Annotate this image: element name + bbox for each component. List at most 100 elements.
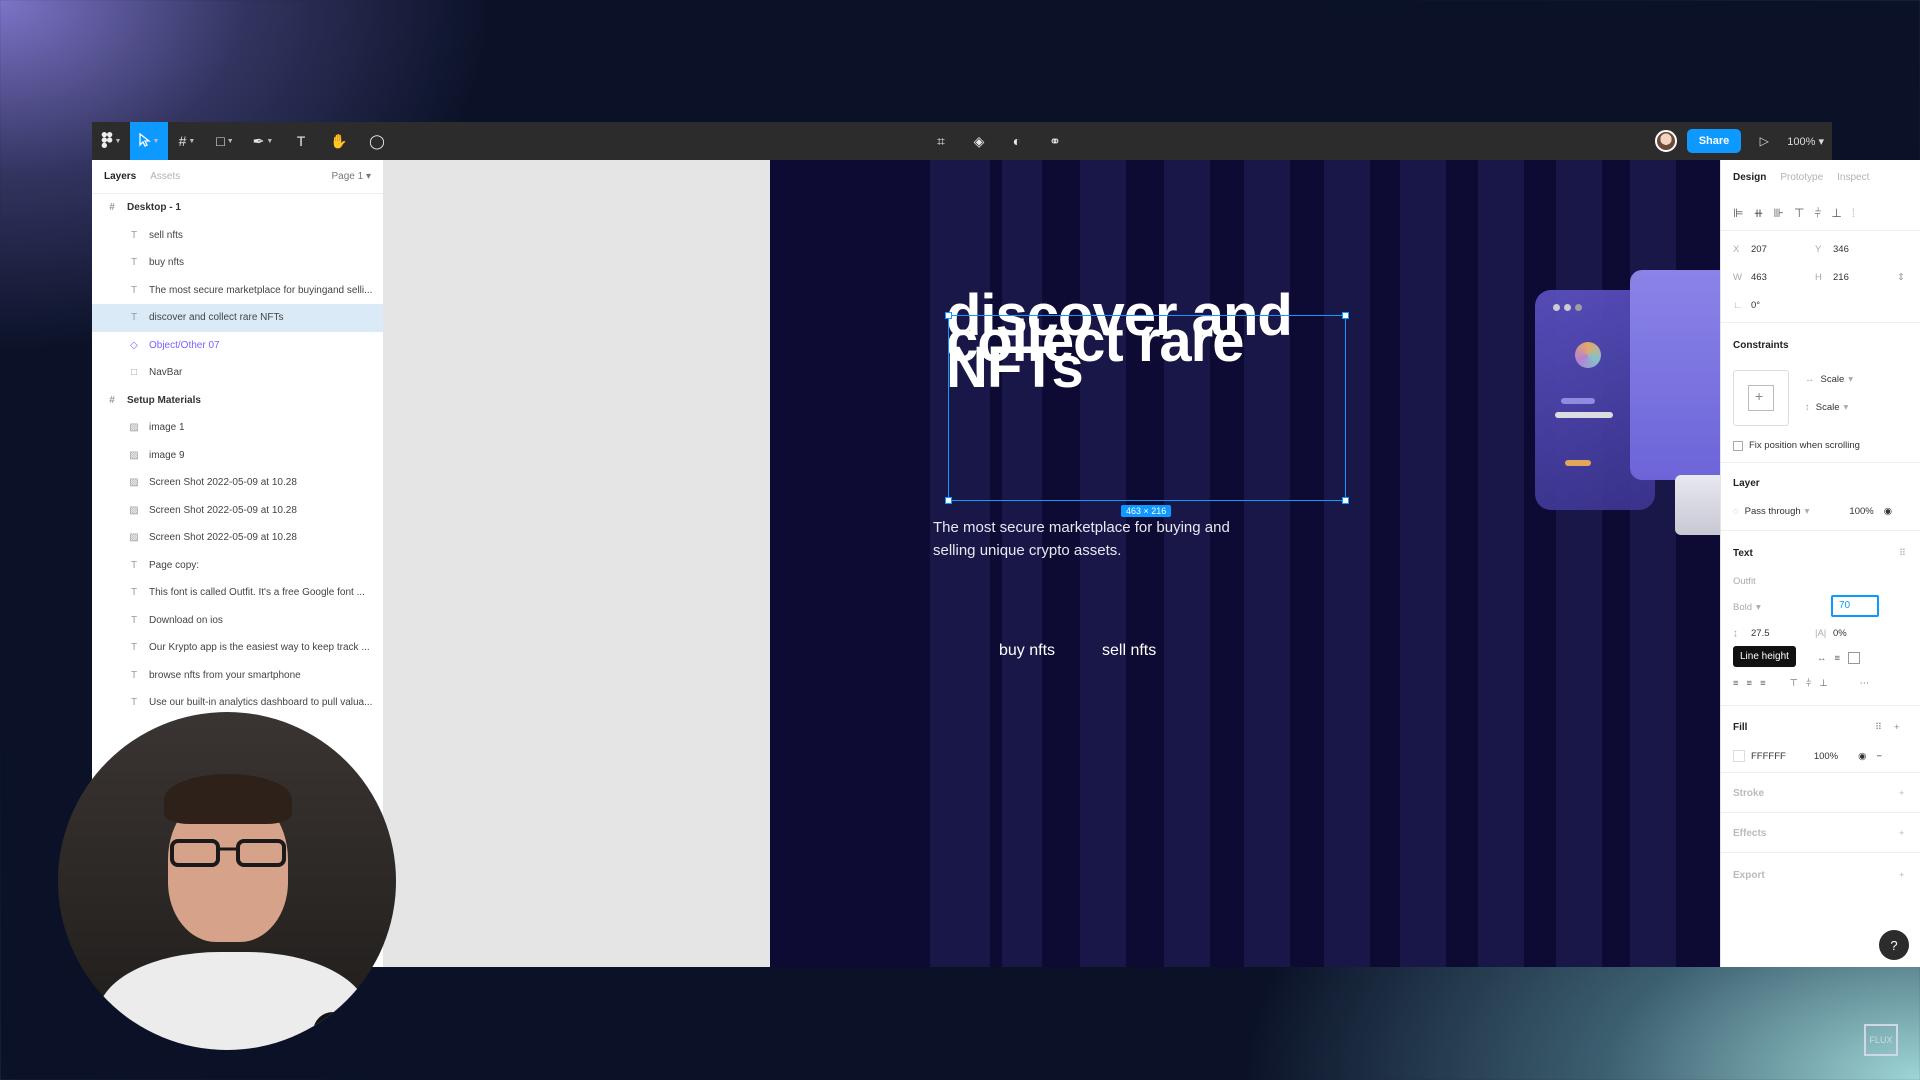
layer-row[interactable]: ▨ Screen Shot 2022-05-09 at 10.28 bbox=[92, 469, 383, 497]
canvas[interactable]: discover and collect rare NFTs 463 × 216… bbox=[384, 160, 1720, 967]
y-field[interactable]: Y 346 bbox=[1815, 244, 1897, 255]
fill-opacity[interactable]: 100% bbox=[1814, 751, 1838, 762]
sell-nfts-button[interactable]: sell nfts bbox=[1102, 642, 1156, 660]
line-height-field[interactable]: ↨ 27.5 bbox=[1733, 628, 1815, 639]
effects-section-title[interactable]: Effects bbox=[1733, 828, 1766, 839]
layer-row[interactable]: ▨ image 9 bbox=[92, 442, 383, 470]
resize-handle[interactable] bbox=[945, 312, 952, 319]
buy-nfts-button[interactable]: buy nfts bbox=[999, 642, 1055, 660]
align-bottom-icon[interactable]: ⊥ bbox=[1831, 206, 1841, 221]
share-button[interactable]: Share bbox=[1686, 129, 1742, 153]
page-selector[interactable]: Page 1 ▾ bbox=[331, 171, 371, 182]
text-styles-icon[interactable]: ⠿ bbox=[1899, 548, 1906, 559]
layer-row[interactable]: T Download on ios bbox=[92, 607, 383, 635]
eye-icon[interactable]: ◉ bbox=[1858, 751, 1866, 762]
layer-row[interactable]: Tbuy nfts bbox=[92, 249, 383, 277]
constrain-proportions-icon[interactable]: ⇕ bbox=[1897, 272, 1905, 283]
align-text-right-icon[interactable]: ≡ bbox=[1760, 678, 1766, 689]
layer-row[interactable]: # Desktop - 1 bbox=[92, 194, 383, 222]
add-export-icon[interactable]: + bbox=[1899, 870, 1905, 881]
layer-row[interactable]: Tsell nfts bbox=[92, 222, 383, 250]
add-fill-icon[interactable]: + bbox=[1894, 722, 1900, 733]
pen-tool-button[interactable]: ✒ ▼ bbox=[244, 122, 282, 160]
layer-row[interactable]: ▨ Screen Shot 2022-05-09 at 10.28 bbox=[92, 524, 383, 552]
resize-handle[interactable] bbox=[1342, 312, 1349, 319]
constraint-vertical-select[interactable]: ↕ Scale ▾ bbox=[1805, 402, 1848, 413]
layer-row-selected[interactable]: Tdiscover and collect rare NFTs bbox=[92, 304, 383, 332]
tab-assets[interactable]: Assets bbox=[150, 171, 180, 182]
tab-prototype[interactable]: Prototype bbox=[1780, 172, 1823, 183]
align-middle-icon[interactable]: ⫩ bbox=[1814, 206, 1821, 221]
resize-handle[interactable] bbox=[1342, 497, 1349, 504]
layer-row[interactable]: Tbrowse nfts from your smartphone bbox=[92, 662, 383, 690]
align-text-bottom-icon[interactable]: ⊥ bbox=[1819, 678, 1827, 689]
tab-inspect[interactable]: Inspect bbox=[1837, 172, 1869, 183]
comment-tool-button[interactable]: ◯ bbox=[358, 122, 396, 160]
add-stroke-icon[interactable]: + bbox=[1899, 788, 1905, 799]
layer-row[interactable]: ◇ Object/Other 07 bbox=[92, 332, 383, 360]
distribute-icon[interactable]: ⁞ bbox=[1852, 206, 1855, 221]
text-tool-button[interactable]: T bbox=[282, 122, 320, 160]
layer-row[interactable]: T This font is called Outfit. It's a free… bbox=[92, 579, 383, 607]
component-button[interactable]: ◈ bbox=[960, 122, 998, 160]
mask-button[interactable]: ◐ bbox=[998, 122, 1036, 160]
fill-hex-value[interactable]: FFFFFF bbox=[1751, 751, 1786, 762]
export-section-title[interactable]: Export bbox=[1733, 870, 1765, 881]
user-avatar[interactable] bbox=[1654, 130, 1677, 152]
letter-spacing-field[interactable]: |A| 0% bbox=[1815, 628, 1897, 639]
layer-row[interactable]: ▨ Screen Shot 2022-05-09 at 10.28 bbox=[92, 497, 383, 525]
constraints-widget[interactable]: + bbox=[1733, 370, 1789, 426]
eye-icon[interactable]: ◉ bbox=[1884, 506, 1892, 517]
w-field[interactable]: W 463 bbox=[1733, 272, 1815, 283]
crop-button[interactable]: ⌗ bbox=[922, 122, 960, 160]
fix-position-row[interactable]: Fix position when scrolling bbox=[1733, 440, 1860, 451]
font-size-input[interactable]: 70 bbox=[1831, 595, 1879, 617]
frame-tool-button[interactable]: # ▼ bbox=[168, 122, 206, 160]
layer-row[interactable]: T Our Krypto app is the easiest way to ke… bbox=[92, 634, 383, 662]
align-top-icon[interactable]: ⊤ bbox=[1794, 206, 1804, 221]
auto-height-icon[interactable]: ≡ bbox=[1835, 653, 1841, 664]
resize-handle[interactable] bbox=[945, 497, 952, 504]
main-menu-button[interactable]: ▼ bbox=[92, 122, 130, 160]
fill-swatch[interactable] bbox=[1733, 750, 1745, 762]
auto-width-icon[interactable]: ↔ bbox=[1817, 653, 1827, 664]
blend-mode-select[interactable]: Pass through bbox=[1745, 506, 1801, 517]
layer-row[interactable]: T The most secure marketplace for buyinga… bbox=[92, 277, 383, 305]
present-play-icon[interactable]: ▷ bbox=[1751, 134, 1777, 148]
move-tool-button[interactable]: ▼ bbox=[130, 122, 168, 160]
align-text-top-icon[interactable]: ⊤ bbox=[1790, 678, 1798, 689]
selection-box[interactable] bbox=[945, 312, 1349, 504]
layer-row[interactable]: ▨ image 1 bbox=[92, 414, 383, 442]
layer-row[interactable]: □ NavBar bbox=[92, 359, 383, 387]
device-illustration[interactable] bbox=[1535, 270, 1720, 535]
link-button[interactable]: ⚭ bbox=[1036, 122, 1074, 160]
fixed-size-icon[interactable] bbox=[1848, 652, 1861, 664]
fix-position-checkbox[interactable] bbox=[1733, 440, 1743, 451]
rotation-field[interactable]: ∟ 0° bbox=[1733, 300, 1815, 311]
h-field[interactable]: H 216 bbox=[1815, 272, 1897, 283]
add-effect-icon[interactable]: + bbox=[1899, 828, 1905, 839]
layer-row[interactable]: # Setup Materials bbox=[92, 387, 383, 415]
x-field[interactable]: X 207 bbox=[1733, 244, 1815, 255]
layer-opacity[interactable]: 100% bbox=[1849, 506, 1873, 517]
hand-tool-button[interactable]: ✋ bbox=[320, 122, 358, 160]
stroke-section-title[interactable]: Stroke bbox=[1733, 788, 1764, 799]
align-text-center-icon[interactable]: ≡ bbox=[1747, 678, 1753, 689]
tab-design[interactable]: Design bbox=[1733, 172, 1766, 183]
align-text-left-icon[interactable]: ≡ bbox=[1733, 678, 1739, 689]
align-text-middle-icon[interactable]: ⫩ bbox=[1806, 678, 1811, 689]
more-options-icon[interactable]: ⋯ bbox=[1860, 678, 1870, 689]
hero-subtitle[interactable]: The most secure marketplace for buying a… bbox=[933, 516, 1233, 562]
constraint-horizontal-select[interactable]: ↔ Scale ▾ bbox=[1805, 374, 1853, 385]
align-right-icon[interactable]: ⊪ bbox=[1774, 206, 1784, 221]
zoom-dropdown[interactable]: 100% ▾ bbox=[1787, 135, 1824, 148]
align-left-icon[interactable]: ⊫ bbox=[1733, 206, 1743, 221]
help-button[interactable]: ? bbox=[1879, 930, 1909, 960]
remove-fill-icon[interactable]: − bbox=[1876, 751, 1882, 762]
shape-tool-button[interactable]: □ ▼ bbox=[206, 122, 244, 160]
font-weight-select[interactable]: Bold ▾ bbox=[1733, 602, 1761, 613]
grid-dots-icon[interactable]: ⠿ bbox=[1875, 722, 1882, 733]
tab-layers[interactable]: Layers bbox=[104, 171, 136, 182]
layer-row[interactable]: T Page copy: bbox=[92, 552, 383, 580]
align-center-h-icon[interactable]: ⧺ bbox=[1753, 206, 1763, 221]
